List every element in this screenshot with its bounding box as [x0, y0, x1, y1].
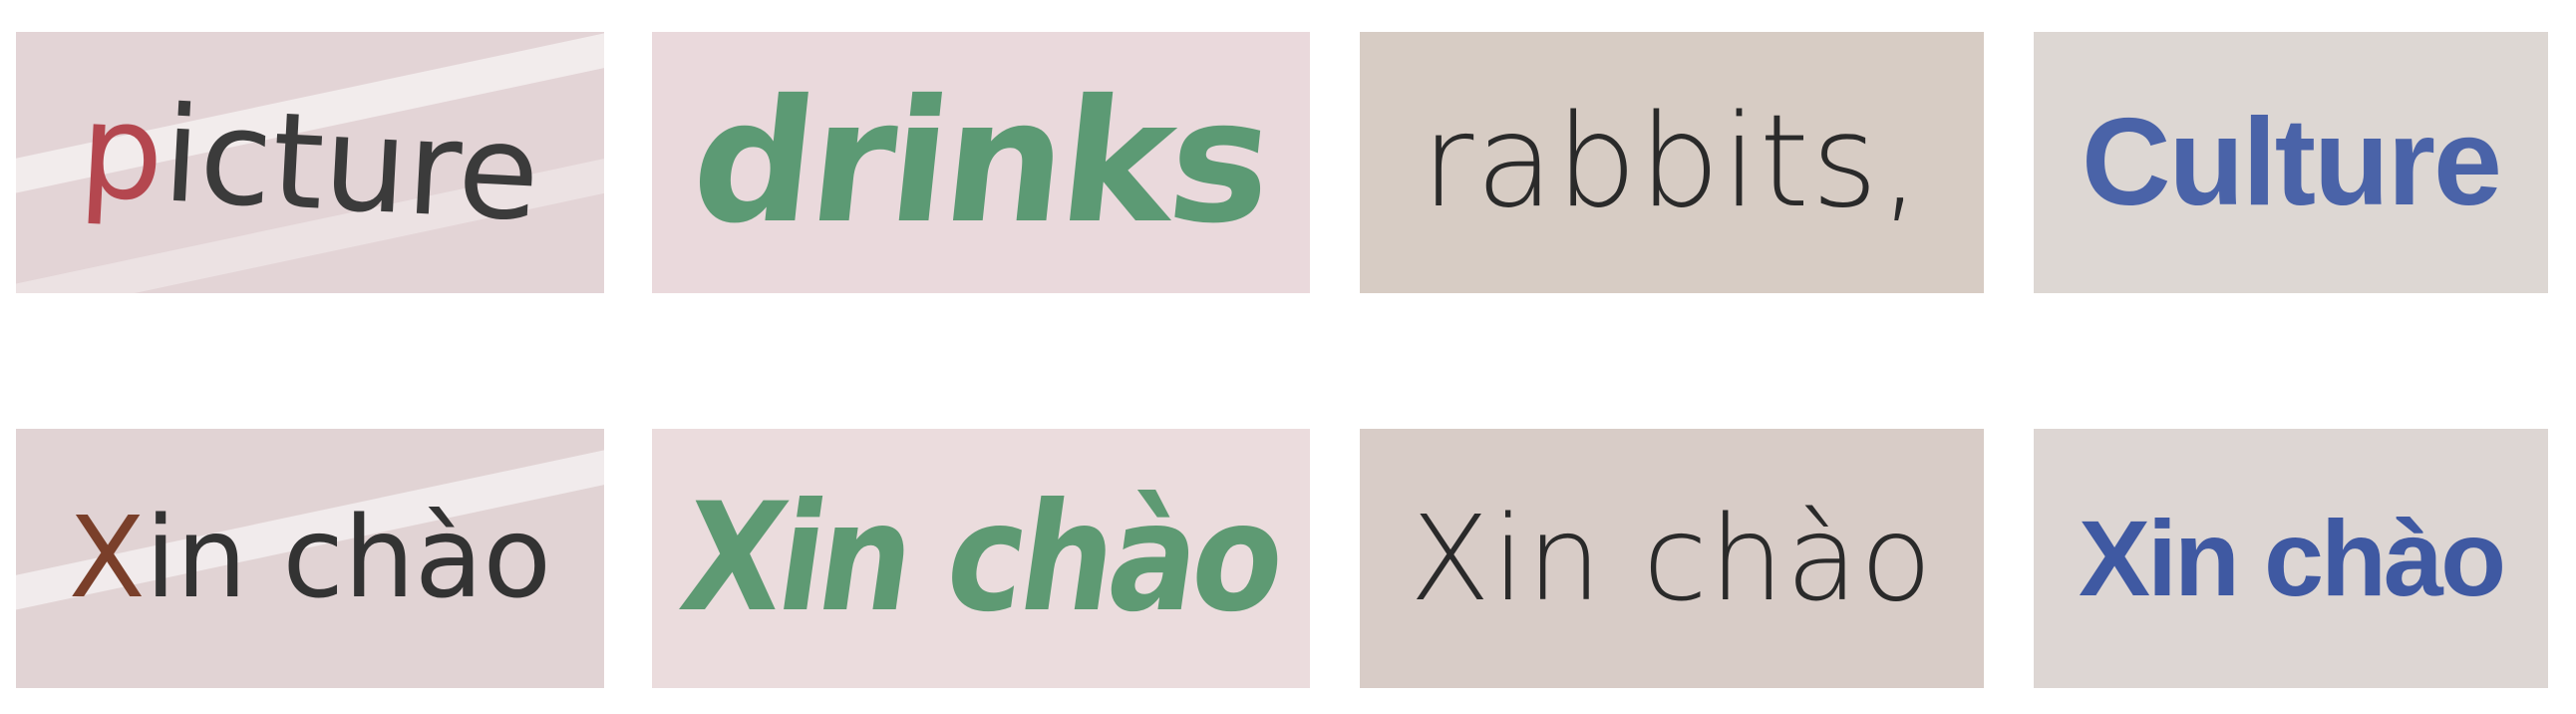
- word-picture-first-letter: p: [76, 74, 168, 232]
- word-picture: picture: [77, 74, 543, 251]
- word-xin-chao-4: Xin chào: [2078, 498, 2506, 618]
- word-picture-rest: icture: [160, 78, 544, 251]
- word-tile-xin-chao-4: Xin chào: [2034, 429, 2548, 688]
- word-tile-xin-chao-2: Xin chào: [652, 429, 1310, 688]
- word-xin-chao-1: Xin chào: [69, 503, 551, 614]
- word-tile-picture: picture: [16, 32, 604, 293]
- word-xin-chao-3: Xin chào: [1409, 490, 1935, 627]
- word-culture: Culture: [2082, 94, 2502, 231]
- word-tile-culture: Culture: [2034, 32, 2548, 293]
- word-xin-chao-1-rest: in chào: [145, 494, 552, 623]
- word-tile-rabbits: rabbits,: [1360, 32, 1984, 293]
- word-tile-drinks: drinks: [652, 32, 1310, 293]
- word-tile-xin-chao-3: Xin chào: [1360, 429, 1984, 688]
- word-rabbits: rabbits,: [1421, 88, 1923, 236]
- word-tile-xin-chao-1: Xin chào: [16, 429, 604, 688]
- word-xin-chao-2: Xin chào: [671, 472, 1291, 645]
- word-drinks: drinks: [684, 64, 1278, 261]
- word-xin-chao-1-first-letter: X: [68, 494, 146, 623]
